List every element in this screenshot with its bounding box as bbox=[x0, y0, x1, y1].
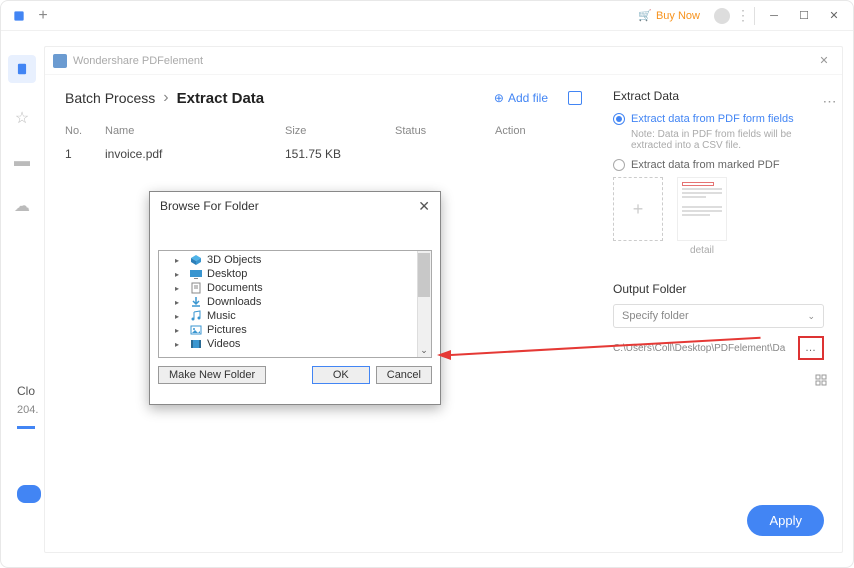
tree-item-desktop[interactable]: ▸Desktop bbox=[159, 267, 431, 281]
detail-thumb[interactable] bbox=[677, 177, 727, 241]
new-tab-button[interactable]: + bbox=[33, 6, 53, 26]
chevron-right-icon: › bbox=[163, 89, 168, 107]
side-panel: Extract Data Extract data from PDF form … bbox=[602, 75, 842, 552]
tree-item-3d-objects[interactable]: ▸3D Objects bbox=[159, 253, 431, 267]
radio-off-icon bbox=[613, 159, 625, 171]
scroll-down-icon[interactable]: ⌄ bbox=[417, 345, 431, 357]
expand-icon[interactable]: ▸ bbox=[175, 284, 185, 293]
add-page-thumb[interactable]: + bbox=[613, 177, 663, 241]
tree-item-documents[interactable]: ▸Documents bbox=[159, 281, 431, 295]
panel-close-icon[interactable]: ✕ bbox=[814, 54, 834, 67]
radio-form-fields[interactable]: Extract data from PDF form fields bbox=[613, 113, 824, 125]
kebab-icon[interactable]: ⋮ bbox=[736, 7, 750, 24]
breadcrumb-parent[interactable]: Batch Process bbox=[65, 90, 155, 106]
expand-icon[interactable]: ▸ bbox=[175, 270, 185, 279]
grid-view-icon[interactable] bbox=[815, 373, 827, 385]
apply-button[interactable]: Apply bbox=[747, 505, 824, 536]
avatar-icon[interactable] bbox=[714, 8, 730, 24]
expand-icon[interactable]: ▸ bbox=[175, 340, 185, 349]
folder-type-icon bbox=[189, 296, 203, 308]
add-file-button[interactable]: ⊕ Add file bbox=[494, 91, 548, 105]
expand-icon[interactable]: ▸ bbox=[175, 326, 185, 335]
titlebar: + 🛒 Buy Now ⋮ ─ ☐ ✕ bbox=[1, 1, 853, 31]
folder-type-icon bbox=[189, 324, 203, 336]
open-folder-icon[interactable] bbox=[568, 91, 582, 105]
chevron-down-icon: ⌄ bbox=[807, 311, 815, 322]
folder-type-icon bbox=[189, 268, 203, 280]
dialog-close-icon[interactable]: ✕ bbox=[418, 198, 430, 215]
folder-browser-dialog: Browse For Folder ✕ ▸3D Objects▸Desktop▸… bbox=[149, 191, 441, 405]
tree-item-downloads[interactable]: ▸Downloads bbox=[159, 295, 431, 309]
thumb-row: + bbox=[613, 177, 824, 241]
buy-now-link[interactable]: 🛒 Buy Now bbox=[630, 9, 708, 22]
ok-button[interactable]: OK bbox=[312, 366, 370, 384]
dialog-titlebar: Browse For Folder ✕ bbox=[150, 192, 440, 220]
radio-on-icon bbox=[613, 113, 625, 125]
expand-icon[interactable]: ▸ bbox=[175, 256, 185, 265]
minimize-button[interactable]: ─ bbox=[759, 4, 789, 28]
annotation-arrow-head bbox=[437, 350, 451, 360]
radio-marked-pdf[interactable]: Extract data from marked PDF bbox=[613, 159, 824, 171]
folder-tree: ▸3D Objects▸Desktop▸Documents▸Downloads▸… bbox=[158, 250, 432, 358]
folder-type-icon bbox=[189, 254, 203, 266]
table-row: 1 invoice.pdf 151.75 KB bbox=[65, 141, 582, 167]
tree-item-videos[interactable]: ▸Videos bbox=[159, 337, 431, 351]
sidebar-star-icon[interactable]: ☆ bbox=[13, 109, 31, 127]
output-folder-label: Output Folder bbox=[613, 282, 824, 296]
tree-item-pictures[interactable]: ▸Pictures bbox=[159, 323, 431, 337]
breadcrumb: Batch Process › Extract Data ⊕ Add file bbox=[65, 89, 582, 107]
output-folder-select[interactable]: Specify folder ⌄ bbox=[613, 304, 824, 328]
panel-titlebar: Wondershare PDFelement ✕ bbox=[45, 47, 842, 75]
make-new-folder-button[interactable]: Make New Folder bbox=[158, 366, 266, 384]
panel-app-icon bbox=[53, 54, 67, 68]
side-title: Extract Data bbox=[613, 89, 824, 103]
sidebar-pill[interactable] bbox=[17, 485, 41, 503]
tree-item-music[interactable]: ▸Music bbox=[159, 309, 431, 323]
scrollbar-thumb[interactable] bbox=[418, 253, 430, 297]
folder-type-icon bbox=[189, 282, 203, 294]
active-tab-icon[interactable] bbox=[5, 4, 33, 28]
maximize-button[interactable]: ☐ bbox=[789, 4, 819, 28]
sidebar-clo-section: Clo 204. bbox=[17, 384, 38, 429]
close-button[interactable]: ✕ bbox=[819, 4, 849, 28]
expand-icon[interactable]: ▸ bbox=[175, 312, 185, 321]
browse-folder-button[interactable]: … bbox=[798, 336, 824, 360]
expand-icon[interactable]: ▸ bbox=[175, 298, 185, 307]
breadcrumb-current: Extract Data bbox=[177, 90, 265, 107]
folder-type-icon bbox=[189, 338, 203, 350]
cancel-button[interactable]: Cancel bbox=[376, 366, 432, 384]
sidebar-cloud-icon[interactable]: ☁ bbox=[13, 197, 31, 215]
radio-note: Note: Data in PDF from fields will be ex… bbox=[631, 129, 824, 151]
folder-type-icon bbox=[189, 310, 203, 322]
sidebar-file-icon[interactable] bbox=[8, 55, 36, 83]
scrollbar[interactable]: ⌄ bbox=[417, 251, 431, 357]
table-header: No. Name Size Status Action bbox=[65, 121, 582, 141]
sidebar-folder-icon[interactable]: ▬ bbox=[13, 153, 31, 171]
cart-icon: 🛒 bbox=[638, 9, 652, 22]
plus-circle-icon: ⊕ bbox=[494, 91, 504, 105]
